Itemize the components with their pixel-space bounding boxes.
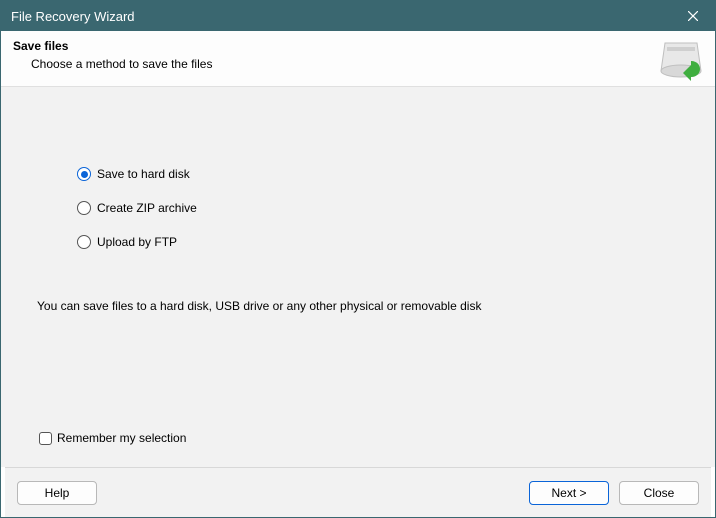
radio-icon: [77, 167, 91, 181]
help-button[interactable]: Help: [17, 481, 97, 505]
checkbox-icon: [39, 432, 52, 445]
radio-icon: [77, 235, 91, 249]
option-upload-ftp[interactable]: Upload by FTP: [77, 235, 703, 249]
option-create-zip[interactable]: Create ZIP archive: [77, 201, 703, 215]
wizard-body: Save to hard disk Create ZIP archive Upl…: [1, 87, 715, 467]
remember-selection-checkbox[interactable]: Remember my selection: [39, 431, 186, 445]
option-label: Save to hard disk: [97, 167, 190, 181]
option-save-hard-disk[interactable]: Save to hard disk: [77, 167, 703, 181]
button-label: Next >: [551, 486, 586, 500]
save-disk-icon: [657, 37, 705, 81]
option-description: You can save files to a hard disk, USB d…: [13, 269, 703, 313]
window-title: File Recovery Wizard: [11, 9, 671, 24]
next-button[interactable]: Next >: [529, 481, 609, 505]
close-button[interactable]: Close: [619, 481, 699, 505]
button-label: Help: [45, 486, 70, 500]
option-label: Create ZIP archive: [97, 201, 197, 215]
close-icon: [688, 11, 698, 21]
radio-icon: [77, 201, 91, 215]
window-close-button[interactable]: [671, 1, 715, 31]
option-label: Upload by FTP: [97, 235, 177, 249]
page-subtitle: Choose a method to save the files: [31, 57, 703, 71]
button-label: Close: [644, 486, 675, 500]
save-options: Save to hard disk Create ZIP archive Upl…: [13, 87, 703, 249]
wizard-header: Save files Choose a method to save the f…: [1, 31, 715, 87]
titlebar: File Recovery Wizard: [1, 1, 715, 31]
wizard-footer: Help Next > Close: [5, 467, 711, 517]
remember-label: Remember my selection: [57, 431, 186, 445]
page-title: Save files: [13, 39, 703, 53]
